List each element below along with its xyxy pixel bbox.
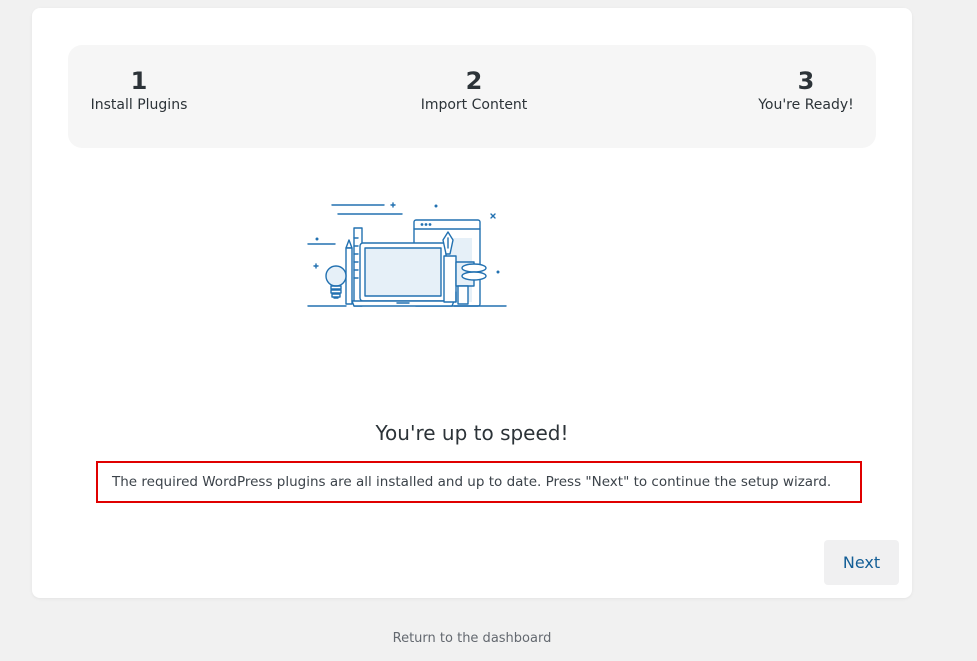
- step-number: 3: [797, 67, 815, 95]
- step-number: 1: [130, 67, 148, 95]
- step-label: You're Ready!: [758, 97, 854, 113]
- step-number: 2: [465, 67, 483, 95]
- step-label: Import Content: [420, 97, 528, 113]
- page-heading: You're up to speed!: [375, 421, 569, 445]
- next-button[interactable]: Next: [824, 540, 899, 585]
- workspace-illustration-icon: [302, 196, 512, 316]
- step-label: Install Plugins: [90, 97, 188, 113]
- step-import-content: 2 Import Content: [418, 67, 530, 113]
- return-to-dashboard-link[interactable]: Return to the dashboard: [0, 631, 944, 646]
- steps-bar: 1 Install Plugins 2 Import Content 3 You…: [68, 45, 876, 148]
- step-install-plugins: 1 Install Plugins: [90, 67, 188, 113]
- setup-wizard-card: 1 Install Plugins 2 Import Content 3 You…: [32, 8, 912, 598]
- status-message: The required WordPress plugins are all i…: [96, 461, 862, 503]
- step-youre-ready: 3 You're Ready!: [758, 67, 854, 113]
